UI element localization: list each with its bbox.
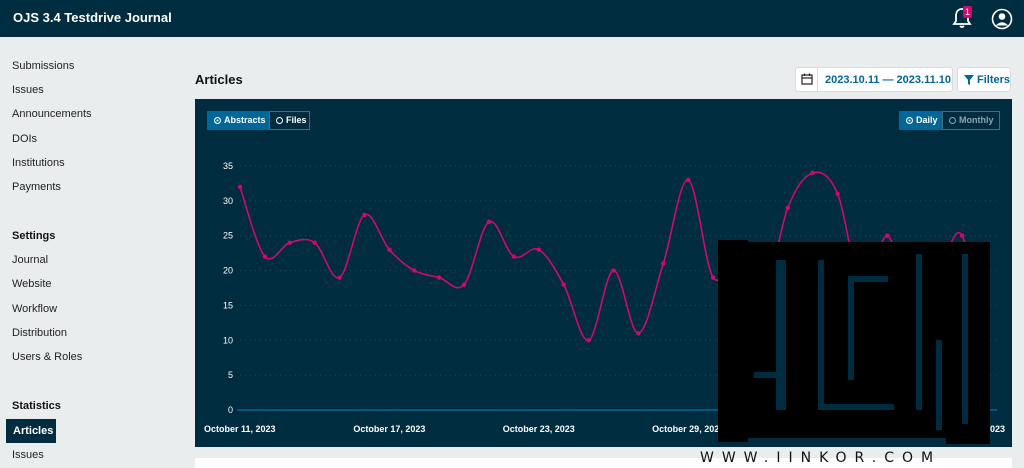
sidebar-item-journal[interactable]: Journal	[12, 254, 48, 266]
data-point	[586, 338, 591, 343]
y-tick-label: 20	[223, 266, 233, 276]
journal-title[interactable]: OJS 3.4 Testdrive Journal	[13, 10, 172, 25]
data-point	[262, 254, 268, 259]
y-tick-label: 35	[223, 161, 233, 171]
y-tick-label: 15	[223, 300, 233, 310]
data-point	[387, 247, 392, 252]
y-tick-label: 10	[223, 335, 233, 345]
date-range-button[interactable]: 2023.10.11 — 2023.11.10	[795, 67, 953, 92]
data-point	[636, 331, 641, 336]
calendar-icon	[801, 73, 813, 85]
data-point	[959, 233, 965, 238]
page-title: Articles	[195, 72, 243, 87]
sidebar: Submissions Issues Announcements DOIs In…	[0, 37, 182, 468]
sidebar-item-submissions[interactable]: Submissions	[12, 60, 74, 72]
x-tick-label: October 17, 2023	[353, 424, 425, 434]
sidebar-item-users-roles[interactable]: Users & Roles	[12, 351, 82, 363]
sidebar-item-payments[interactable]: Payments	[12, 181, 61, 193]
sidebar-item-issues[interactable]: Issues	[12, 84, 44, 96]
user-avatar-icon[interactable]	[991, 8, 1013, 30]
data-point	[312, 240, 317, 245]
data-point	[362, 212, 367, 217]
statistics-heading: Statistics	[12, 400, 61, 412]
data-point	[785, 205, 790, 211]
sidebar-item-dois[interactable]: DOIs	[12, 133, 37, 145]
data-point	[287, 240, 292, 245]
sidebar-item-announcements[interactable]: Announcements	[12, 108, 92, 120]
y-tick-label: 30	[223, 196, 233, 206]
data-point	[611, 268, 616, 273]
sidebar-item-workflow[interactable]: Workflow	[12, 303, 57, 315]
y-tick-label: 0	[228, 405, 233, 415]
watermark-logo	[718, 240, 990, 444]
notification-badge: 1	[963, 6, 973, 18]
data-point	[885, 233, 890, 238]
filters-button[interactable]: Filters	[957, 67, 1011, 92]
sidebar-item-website[interactable]: Website	[12, 278, 52, 290]
x-tick-label: October 23, 2023	[503, 424, 575, 434]
date-range-label: 2023.10.11 — 2023.11.10	[825, 74, 952, 86]
y-tick-label: 5	[228, 370, 233, 380]
settings-heading: Settings	[12, 230, 56, 242]
data-point	[661, 261, 666, 266]
data-point	[710, 275, 716, 280]
data-point	[686, 177, 691, 183]
data-point	[486, 219, 492, 224]
data-point	[810, 170, 815, 176]
top-header-bar: OJS 3.4 Testdrive Journal 1	[0, 0, 1024, 37]
watermark-text: WWW.IINKOR.COM	[700, 450, 942, 466]
sidebar-item-articles[interactable]: Articles	[6, 419, 56, 443]
filter-icon	[964, 75, 974, 85]
data-point	[337, 275, 342, 280]
data-point	[437, 275, 442, 280]
data-point	[511, 254, 517, 259]
sidebar-item-stat-issues[interactable]: Issues	[12, 449, 44, 461]
data-point	[536, 247, 541, 252]
data-point	[412, 268, 417, 273]
data-point	[237, 184, 243, 190]
filters-label: Filters	[977, 74, 1011, 86]
x-tick-label: October 29, 2023	[652, 424, 724, 434]
data-point	[461, 282, 467, 287]
x-tick-label: October 11, 2023	[204, 424, 276, 434]
data-point	[561, 282, 566, 287]
y-tick-label: 25	[223, 231, 233, 241]
calendar-icon-wrap	[796, 68, 818, 91]
sidebar-item-institutions[interactable]: Institutions	[12, 157, 65, 169]
data-point	[835, 191, 840, 197]
sidebar-item-distribution[interactable]: Distribution	[12, 327, 67, 339]
